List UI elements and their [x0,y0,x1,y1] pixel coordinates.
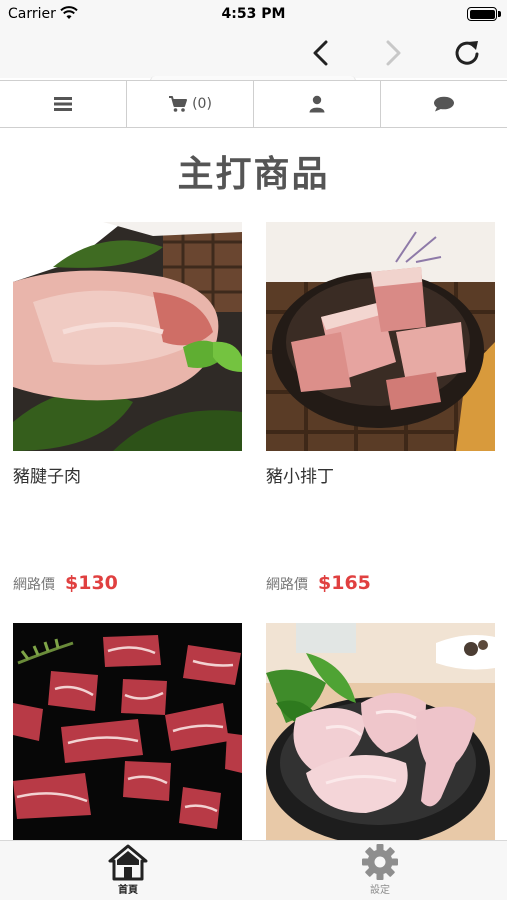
price-label: 網路價 [266,577,308,593]
page-title: 主打商品 [177,154,330,195]
tab-label: 設定 [370,885,390,896]
product-image[interactable] [266,623,495,852]
product-image[interactable] [266,222,495,451]
pork-shank-photo [13,222,242,451]
clock: 4:53 PM [221,6,286,22]
reload-icon [455,41,479,65]
menu-icon [54,97,72,111]
price-row: 網路價 $130 [13,572,118,594]
product-price: $130 [65,572,118,594]
pork-ribs-photo [266,222,495,451]
product-card[interactable] [266,623,495,852]
product-card[interactable]: 豬腱子肉 網路價 $130 [13,222,242,594]
tab-bar: 首頁 設定 [0,840,507,900]
site-nav: (0) [0,80,507,128]
cart-count: (0) [192,96,212,112]
forward-button[interactable] [376,36,410,70]
tab-home[interactable]: 首頁 [88,843,168,896]
account-button[interactable] [254,81,381,127]
back-button[interactable] [304,36,338,70]
chevron-right-icon [386,40,401,66]
gear-icon [362,844,398,880]
product-image[interactable] [13,623,242,852]
product-card[interactable] [13,623,242,852]
tab-label: 首頁 [118,885,138,896]
browser-toolbar [0,28,507,86]
chicken-legs-photo [266,623,495,852]
beef-cubes-photo [13,623,242,852]
home-icon [108,844,148,881]
reload-button[interactable] [450,36,484,70]
product-name[interactable]: 豬腱子肉 [13,462,81,487]
product-price: $165 [318,572,371,594]
tab-settings[interactable]: 設定 [340,843,420,896]
chat-icon [434,96,454,112]
product-name[interactable]: 豬小排丁 [266,462,334,487]
battery-icon [467,7,501,21]
menu-button[interactable] [0,81,127,127]
chat-button[interactable] [381,81,507,127]
chevron-left-icon [313,40,328,66]
price-label: 網路價 [13,577,55,593]
product-card[interactable]: 豬小排丁 網路價 $165 [266,222,495,594]
cart-button[interactable]: (0) [127,81,254,127]
product-image[interactable] [13,222,242,451]
cart-icon [169,96,188,112]
status-bar: Carrier 4:53 PM [0,0,507,28]
price-row: 網路價 $165 [266,572,371,594]
user-icon [309,95,325,113]
